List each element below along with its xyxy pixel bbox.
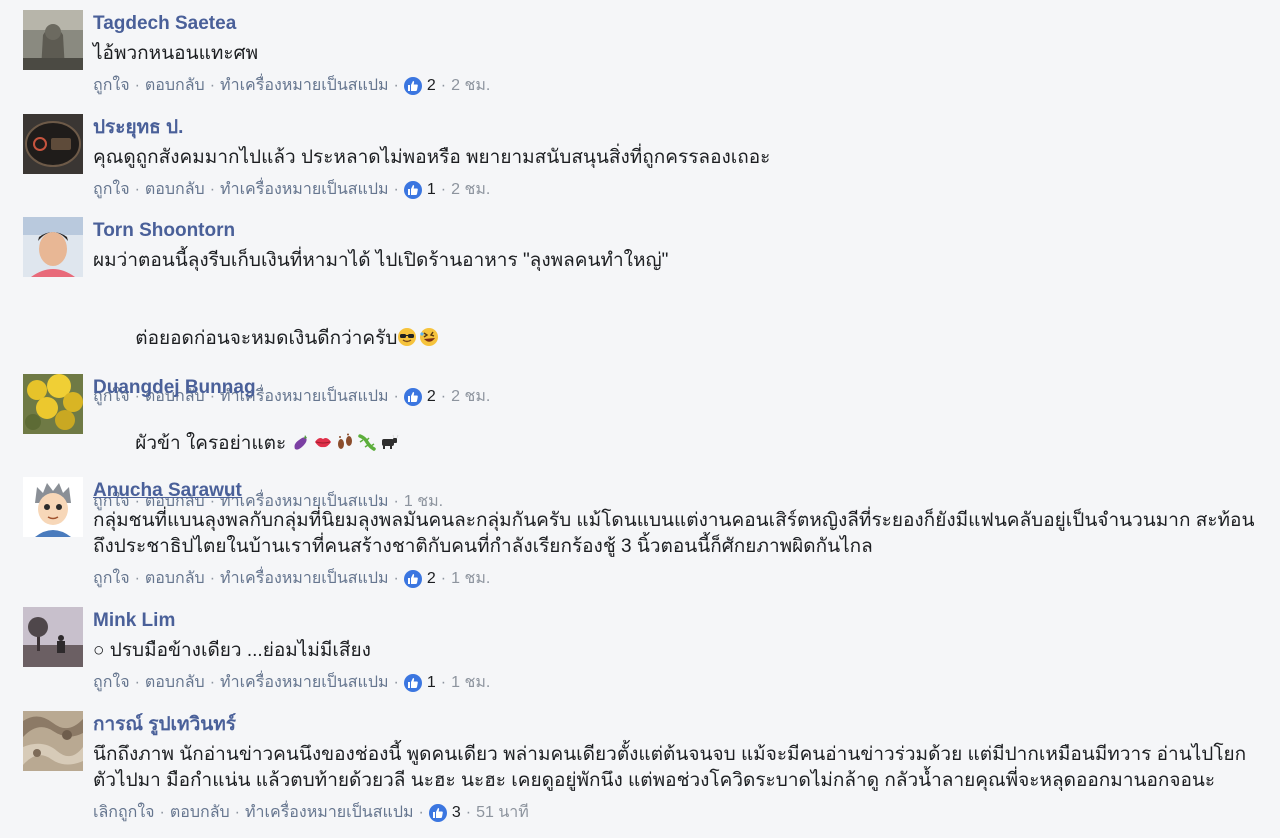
like-count: 3 — [451, 804, 461, 821]
avatar[interactable] — [23, 477, 83, 537]
comment-text: ผัวข้า ใครอย่าแตะ — [135, 433, 292, 454]
avatar[interactable] — [23, 607, 83, 667]
comment-author[interactable]: Torn Shoontorn — [93, 219, 1263, 243]
reply-link[interactable]: ตอบกลับ — [145, 179, 205, 201]
fabric-pattern-photo-icon — [23, 711, 83, 771]
comment-text: นึกถึงภาพ นักอ่านข่าวคนนึงของช่องนี้ พูด… — [93, 744, 1247, 791]
separator-dot: · — [159, 804, 165, 821]
thumbs-up-icon — [403, 674, 422, 692]
kiss-lips-emoji-icon — [313, 432, 333, 452]
separator-dot: · — [209, 570, 216, 587]
comment-list: Tagdech Saetea ไอ้พวกหนอนแทะศพ ถูกใจ · ต… — [0, 0, 1280, 838]
reply-link[interactable]: ตอบกลับ — [145, 672, 205, 694]
comment-author[interactable]: Tagdech Saetea — [93, 12, 1263, 36]
separator-dot: · — [134, 77, 140, 94]
thumbs-up-icon — [428, 804, 447, 822]
like-count: 1 — [426, 674, 436, 691]
mark-spam-link[interactable]: ทำเครื่องหมายเป็นสแปม — [220, 75, 389, 97]
like-count: 1 — [426, 181, 436, 198]
separator-dot: · — [393, 570, 399, 587]
thumbs-up-icon — [403, 77, 422, 95]
reaction-count[interactable]: 2 — [403, 568, 436, 590]
separator-dot: · — [440, 570, 447, 587]
timestamp[interactable]: 2 ชม. — [451, 75, 490, 97]
separator-dot: · — [134, 181, 140, 198]
yellow-flowers-photo-icon — [23, 374, 83, 434]
timestamp[interactable]: 51 นาที — [476, 802, 529, 824]
rolling-laughing-emoji-icon — [419, 327, 439, 347]
comment-author[interactable]: ประยุทธ ป. — [93, 116, 1263, 140]
separator-dot: · — [209, 181, 216, 198]
reaction-count[interactable]: 1 — [403, 179, 436, 201]
like-link[interactable]: ถูกใจ — [93, 672, 130, 694]
like-count: 2 — [426, 77, 436, 94]
separator-dot: · — [393, 181, 399, 198]
separator-dot: · — [234, 804, 240, 821]
thumbs-up-icon — [403, 570, 422, 588]
man-portrait-photo-icon — [23, 217, 83, 277]
footprints-emoji-icon — [335, 432, 355, 452]
separator-dot: · — [418, 804, 424, 821]
comment-author[interactable]: การณ์ รูปเทวินทร์ — [93, 713, 1263, 737]
separator-dot: · — [393, 674, 399, 691]
reaction-count[interactable]: 3 — [428, 802, 461, 824]
separator-dot: · — [465, 804, 472, 821]
separator-dot: · — [209, 674, 216, 691]
like-link[interactable]: ถูกใจ — [93, 75, 130, 97]
mark-spam-link[interactable]: ทำเครื่องหมายเป็นสแปม — [245, 802, 414, 824]
sunglasses-face-emoji-icon — [397, 327, 417, 347]
reply-link[interactable]: ตอบกลับ — [145, 568, 205, 590]
comment-text: ผมว่าตอนนี้ลุงรีบเก็บเงินที่หามาได้ ไปเป… — [93, 250, 669, 271]
mark-spam-link[interactable]: ทำเครื่องหมายเป็นสแปม — [220, 179, 389, 201]
ox-emoji-icon — [379, 432, 399, 452]
timestamp[interactable]: 1 ชม. — [451, 568, 490, 590]
comment-actions: ถูกใจ · ตอบกลับ · ทำเครื่องหมายเป็นสแปม … — [93, 75, 1263, 97]
reaction-count[interactable]: 1 — [403, 672, 436, 694]
separator-dot: · — [440, 77, 447, 94]
separator-dot: · — [440, 181, 447, 198]
separator-dot: · — [134, 570, 140, 587]
unlike-link[interactable]: เลิกถูกใจ — [93, 802, 155, 824]
comment-text: ○ ปรบมือข้างเดียว ...ย่อมไม่มีเสียง — [93, 640, 371, 661]
separator-dot: · — [393, 77, 399, 94]
separator-dot: · — [209, 77, 216, 94]
comment-author[interactable]: Anucha Sarawut — [93, 479, 1263, 503]
lizard-emoji-icon — [357, 432, 377, 452]
like-link[interactable]: ถูกใจ — [93, 568, 130, 590]
like-count: 2 — [426, 570, 436, 587]
avatar[interactable] — [23, 217, 83, 277]
separator-dot: · — [134, 674, 140, 691]
reply-link[interactable]: ตอบกลับ — [145, 75, 205, 97]
cartoon-avatar-icon — [23, 477, 83, 537]
dark-emblem-photo-icon — [23, 114, 83, 174]
comment-text-part: ต่อยอดก่อนจะหมดเงินดีกว่าครับ — [135, 328, 398, 349]
separator-dot: · — [440, 674, 447, 691]
comment-actions: ถูกใจ · ตอบกลับ · ทำเครื่องหมายเป็นสแปม … — [93, 568, 1263, 590]
timestamp[interactable]: 2 ชม. — [451, 179, 490, 201]
comment-text: กลุ่มชนที่แบนลุงพลกับกลุ่มที่นิยมลุงพลมั… — [93, 510, 1255, 557]
comment-author[interactable]: Duangdej Bunnag — [93, 376, 1263, 400]
comment-author[interactable]: Mink Lim — [93, 609, 1263, 633]
avatar[interactable] — [23, 10, 83, 70]
reply-link[interactable]: ตอบกลับ — [170, 802, 230, 824]
stone-statue-photo-icon — [23, 10, 83, 70]
comment-actions: ถูกใจ · ตอบกลับ · ทำเครื่องหมายเป็นสแปม … — [93, 179, 1263, 201]
reaction-count[interactable]: 2 — [403, 75, 436, 97]
avatar[interactable] — [23, 114, 83, 174]
avatar[interactable] — [23, 711, 83, 771]
mark-spam-link[interactable]: ทำเครื่องหมายเป็นสแปม — [220, 568, 389, 590]
comment-actions: ถูกใจ · ตอบกลับ · ทำเครื่องหมายเป็นสแปม … — [93, 672, 1263, 694]
mark-spam-link[interactable]: ทำเครื่องหมายเป็นสแปม — [220, 672, 389, 694]
comment-actions: เลิกถูกใจ · ตอบกลับ · ทำเครื่องหมายเป็นส… — [93, 802, 1263, 824]
eggplant-emoji-icon — [291, 432, 311, 452]
comment-text: คุณดูถูกสังคมมากไปแล้ว ประหลาดไม่พอหรือ … — [93, 147, 771, 168]
thumbs-up-icon — [403, 181, 422, 199]
tree-landscape-photo-icon — [23, 607, 83, 667]
like-link[interactable]: ถูกใจ — [93, 179, 130, 201]
timestamp[interactable]: 1 ชม. — [451, 672, 490, 694]
comment-text: ไอ้พวกหนอนแทะศพ — [93, 43, 259, 64]
avatar[interactable] — [23, 374, 83, 434]
